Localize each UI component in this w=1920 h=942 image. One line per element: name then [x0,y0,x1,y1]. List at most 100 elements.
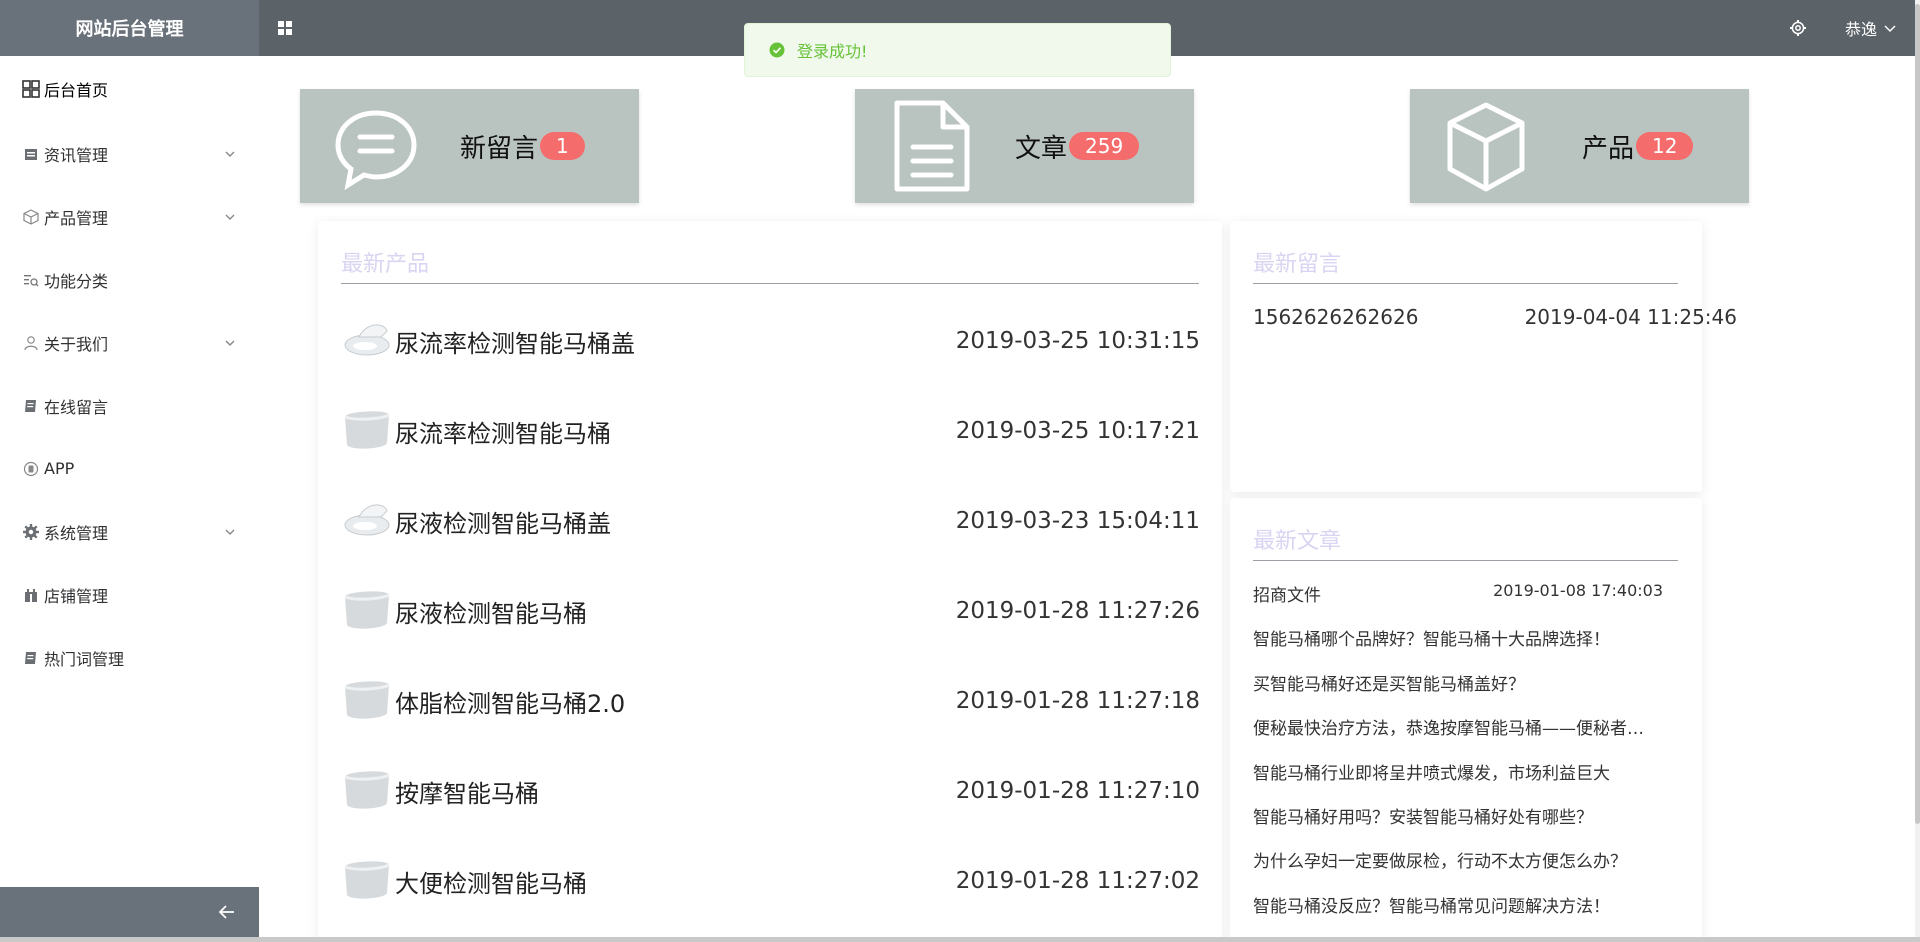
sidebar-item-label: 功能分类 [44,271,109,291]
arrow-left-icon [218,905,234,919]
product-date: 2019-03-23 15:04:11 [955,508,1200,534]
product-date: 2019-03-25 10:17:21 [955,418,1200,444]
article-link[interactable]: 买智能马桶好还是买智能马桶盖好？ [1253,670,1658,695]
sidebar-menu: 后台首页 资讯管理 产品管理 功能分类 关于我们 在线留言 APP 系统管理 店… [0,56,259,689]
stat-card-products[interactable]: 产品 12 [1410,89,1749,203]
dashboard-icon [22,80,40,98]
product-row[interactable]: 尿液检测智能马桶盖 2019-03-23 15:04:11 [341,493,1200,549]
vertical-scrollbar[interactable] [1915,0,1920,942]
sidebar-item-label: 店铺管理 [44,586,109,606]
cube-icon [1447,102,1525,192]
sidebar-item-app[interactable]: APP [0,437,259,500]
divider [1253,560,1678,561]
stat-card-messages[interactable]: 新留言 1 [300,89,639,203]
user-menu[interactable]: 恭逸 [1845,0,1897,56]
chevron-down-icon [225,214,235,220]
chevron-down-icon [225,340,235,346]
product-row[interactable]: 体脂检测智能马桶2.0 2019-01-28 11:27:18 [341,673,1200,729]
stat-label: 新留言 1 [460,89,585,203]
product-name: 尿流率检测智能马桶盖 [395,329,635,358]
product-row[interactable]: 按摩智能马桶 2019-01-28 11:27:10 [341,763,1200,819]
sidebar-item-hot-words[interactable]: 热门词管理 [0,626,259,689]
sidebar-item-categories[interactable]: 功能分类 [0,248,259,311]
product-row[interactable]: 尿液检测智能马桶 2019-01-28 11:27:26 [341,583,1200,639]
sidebar-item-label: 产品管理 [44,208,109,228]
sidebar-item-news[interactable]: 资讯管理 [0,122,259,185]
sidebar-item-label: 在线留言 [44,397,109,417]
stat-label: 产品 12 [1582,89,1694,203]
stat-card-articles[interactable]: 文章 259 [855,89,1194,203]
sidebar-title: 网站后台管理 [0,0,259,56]
news-icon [22,145,40,163]
sidebar-item-label: 后台首页 [44,81,109,100]
product-row[interactable]: 尿流率检测智能马桶 2019-03-25 10:17:21 [341,403,1200,459]
article-link[interactable]: 智能马桶好用吗？安装智能马桶好处有哪些？ [1253,803,1658,828]
sidebar-item-dashboard[interactable]: 后台首页 [0,56,259,122]
chevron-down-icon [225,151,235,157]
count-badge: 1 [540,132,585,160]
product-name: 尿流率检测智能马桶 [395,419,611,448]
message-phone: 1562626262626 [1253,305,1419,329]
product-row[interactable]: 尿流率检测智能马桶盖 2019-03-25 10:31:15 [341,313,1200,369]
sidebar-item-system[interactable]: 系统管理 [0,500,259,563]
sidebar-item-label: 关于我们 [44,334,109,354]
panel-title: 最新文章 [1253,529,1342,554]
sidebar-item-label: 热门词管理 [44,649,125,669]
file-icon [894,100,970,192]
shop-icon [22,586,40,604]
article-link[interactable]: 智能马桶没反应？智能马桶常见问题解决方法！ [1253,892,1658,917]
check-circle-icon [769,42,785,58]
sidebar-item-shop[interactable]: 店铺管理 [0,563,259,626]
chevron-down-icon [1884,25,1896,33]
count-badge: 259 [1069,132,1140,160]
sidebar-item-messages[interactable]: 在线留言 [0,374,259,437]
product-date: 2019-01-28 11:27:02 [955,868,1200,894]
list-search-icon [22,271,40,289]
latest-messages-panel: 最新留言 [1230,221,1702,492]
settings-gear-icon[interactable] [1789,19,1807,37]
sidebar-item-label: APP [44,459,75,478]
product-date: 2019-03-25 10:31:15 [955,328,1200,354]
gear-icon [22,523,40,541]
horizontal-scrollbar[interactable] [0,937,1920,942]
apps-grid-icon[interactable] [277,20,293,36]
article-date: 2019-01-08 17:40:03 [1493,581,1663,600]
stat-label: 文章 259 [1015,89,1140,203]
count-badge: 12 [1636,132,1694,160]
article-link[interactable]: 便秘最快治疗方法，恭逸按摩智能马桶——便秘者的... [1253,714,1658,739]
toilet-seat-icon [344,324,390,356]
panel-title: 最新留言 [1253,252,1342,277]
sidebar-item-about[interactable]: 关于我们 [0,311,259,374]
article-link[interactable]: 智能马桶哪个品牌好？智能马桶十大品牌选择！ [1253,625,1658,650]
toilet-icon [344,681,390,719]
product-name: 体脂检测智能马桶2.0 [395,689,626,718]
toilet-icon [344,861,390,899]
product-name: 尿液检测智能马桶 [395,599,587,628]
article-link[interactable]: 智能马桶行业即将呈井喷式爆发，市场利益巨大 [1253,759,1658,784]
product-name: 按摩智能马桶 [395,779,539,808]
success-toast: 登录成功! [744,23,1171,77]
document-icon [22,397,40,415]
sidebar: 网站后台管理 后台首页 资讯管理 产品管理 功能分类 关于我们 在线留言 APP… [0,0,259,942]
message-date: 2019-04-04 11:25:46 [1524,305,1737,329]
app-icon [22,460,40,478]
user-name: 恭逸 [1845,20,1878,39]
stat-name: 文章 [1015,133,1068,164]
toilet-icon [344,411,390,449]
document-icon [22,649,40,667]
stat-name: 产品 [1582,133,1635,164]
article-row[interactable]: 招商文件 2019-01-08 17:40:03 [1253,581,1663,606]
article-title: 招商文件 [1253,586,1321,606]
product-date: 2019-01-28 11:27:10 [955,778,1200,804]
sidebar-item-products[interactable]: 产品管理 [0,185,259,248]
article-link[interactable]: 为什么孕妇一定要做尿检，行动不太方便怎么办？ [1253,847,1658,872]
toast-message: 登录成功! [797,42,868,61]
message-row[interactable]: 1562626262626 2019-04-04 11:25:46 [1253,305,1737,329]
scrollbar-thumb[interactable] [1915,4,1920,824]
product-name: 尿液检测智能马桶盖 [395,509,611,538]
product-row[interactable]: 大便检测智能马桶 2019-01-28 11:27:02 [341,853,1200,909]
chat-bubble-icon [335,110,417,191]
panel-title: 最新产品 [341,252,430,277]
sidebar-collapse-button[interactable] [0,887,259,937]
toilet-icon [344,591,390,629]
